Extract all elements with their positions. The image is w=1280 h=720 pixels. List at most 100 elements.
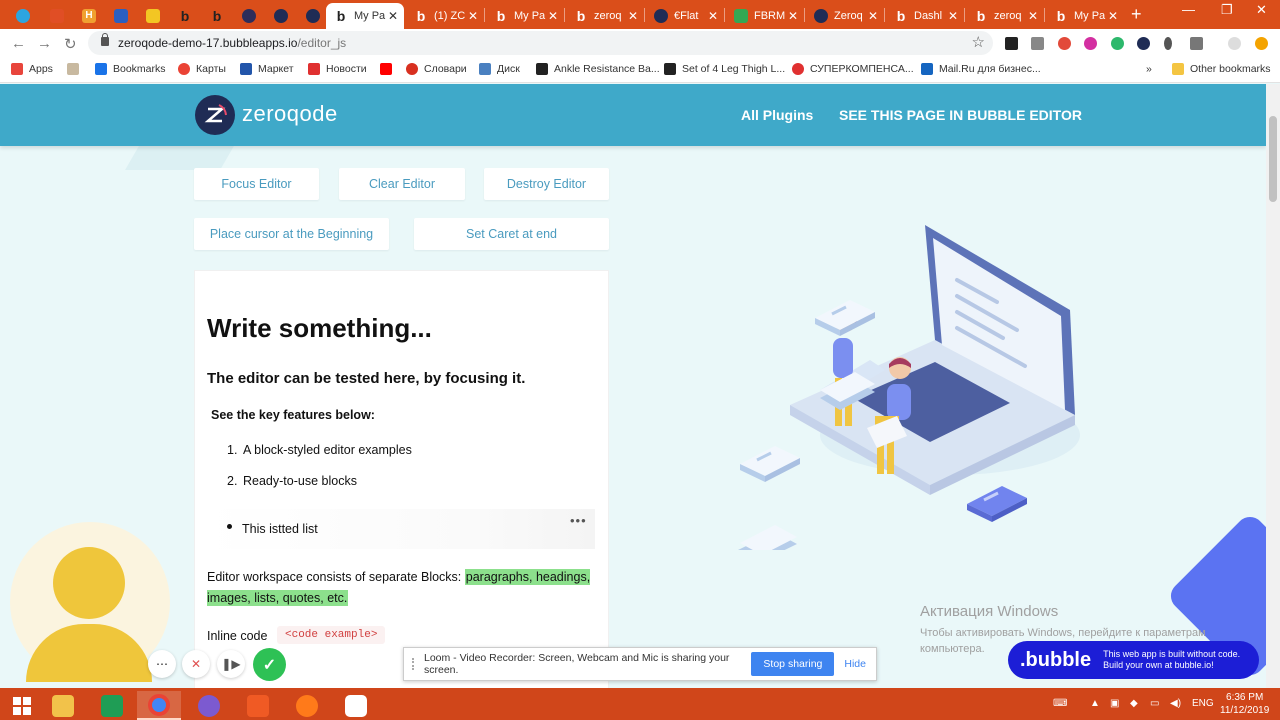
tab-dashl[interactable]: b Dashl ✕ <box>886 3 964 29</box>
nav-bubble-editor[interactable]: SEE THIS PAGE IN BUBBLE EDITOR <box>839 107 1082 123</box>
nav-all-plugins[interactable]: All Plugins <box>741 107 813 123</box>
bookmarks-overflow[interactable]: » <box>1146 63 1152 75</box>
volume-icon[interactable]: ◀) <box>1170 698 1181 709</box>
extension-icon[interactable] <box>1058 37 1071 50</box>
close-icon[interactable]: ✕ <box>1028 9 1038 23</box>
bookmark-mailru[interactable]: Mail.Ru для бизнес... <box>921 63 1041 75</box>
spreadsheet-app-icon[interactable] <box>90 691 134 720</box>
extension-icon[interactable] <box>1084 37 1097 50</box>
block-settings-icon[interactable]: ••• <box>570 513 587 528</box>
tab-my-page-3[interactable]: b My Pa ✕ <box>1046 3 1124 29</box>
bookmark-ankle[interactable]: Ankle Resistance Ba... <box>536 63 660 75</box>
cancel-recording-icon[interactable]: ✕ <box>182 650 210 678</box>
tab-book[interactable] <box>106 3 138 29</box>
scrollbar-thumb[interactable] <box>1269 116 1277 202</box>
address-bar[interactable]: zeroqode-demo-17.bubbleapps.io/editor_js… <box>88 31 993 55</box>
brave-taskbar-icon[interactable] <box>236 691 280 720</box>
close-icon[interactable]: ✕ <box>708 9 718 23</box>
tab-hexagon[interactable] <box>234 3 266 29</box>
editor-paragraph[interactable]: Editor workspace consists of separate Bl… <box>207 567 597 609</box>
hide-button[interactable]: Hide <box>844 658 866 670</box>
bookmark-dictionary[interactable]: Словари <box>406 63 467 75</box>
tab-zeroq-3[interactable]: b zeroq ✕ <box>966 3 1044 29</box>
new-tab-button[interactable]: + <box>1131 4 1142 25</box>
editor-heading-2[interactable]: The editor can be tested here, by focusi… <box>207 370 525 387</box>
network-icon[interactable]: ▣ <box>1110 698 1119 709</box>
extension-icon[interactable] <box>1111 37 1124 50</box>
bookmark-thigh[interactable]: Set of 4 Leg Thigh L... <box>664 63 785 75</box>
bookmark-star-icon[interactable]: ☆ <box>972 33 985 51</box>
profile-avatar[interactable] <box>1228 37 1241 50</box>
display-icon[interactable]: ▭ <box>1150 698 1159 709</box>
place-cursor-button[interactable]: Place cursor at the Beginning <box>194 218 389 250</box>
tab-asterisk[interactable] <box>42 3 74 29</box>
more-options-icon[interactable]: ⋯ <box>148 650 176 678</box>
keyboard-icon[interactable]: ⌨ <box>1053 698 1067 709</box>
close-icon[interactable]: ✕ <box>548 9 558 23</box>
inline-code-label[interactable]: Inline code <box>207 629 267 643</box>
viber-taskbar-icon[interactable] <box>187 691 231 720</box>
minimize-icon[interactable]: — <box>1182 2 1195 17</box>
tab-zeroq-2[interactable]: Zeroq ✕ <box>806 3 884 29</box>
extension-icon[interactable] <box>1137 37 1150 50</box>
logo-text[interactable]: zeroqode <box>242 101 338 127</box>
close-icon[interactable]: ✕ <box>388 9 398 23</box>
language-indicator[interactable]: ENG <box>1192 698 1214 709</box>
pause-icon[interactable]: ❚▶ <box>217 650 245 678</box>
set-caret-button[interactable]: Set Caret at end <box>414 218 609 250</box>
forward-arrow-icon[interactable]: → <box>37 35 52 52</box>
drag-handle-icon[interactable] <box>412 658 416 670</box>
stop-sharing-button[interactable]: Stop sharing <box>751 652 835 676</box>
bubble-badge[interactable]: .bubble This web app is built without co… <box>1008 641 1259 679</box>
close-icon[interactable]: ✕ <box>1108 9 1118 23</box>
bookmark-youtube[interactable] <box>380 63 398 75</box>
tab-zeroq-1[interactable]: b zeroq ✕ <box>566 3 644 29</box>
tab-bubble-1[interactable]: b <box>170 3 202 29</box>
tab-flag[interactable] <box>138 3 170 29</box>
extension-icon[interactable] <box>1005 37 1018 50</box>
tray-arrow-icon[interactable]: ▲ <box>1090 698 1100 709</box>
slack-taskbar-icon[interactable] <box>334 691 378 720</box>
bookmark-other[interactable]: Other bookmarks <box>1172 63 1271 75</box>
update-icon[interactable] <box>1255 37 1268 50</box>
bookmark-supercomp[interactable]: СУПЕРКОМПЕНСА... <box>792 63 914 75</box>
bookmark-market[interactable]: Маркет <box>240 63 294 75</box>
file-explorer-icon[interactable] <box>41 691 85 720</box>
editor-area[interactable]: Write something... The editor can be tes… <box>194 270 609 688</box>
close-icon[interactable]: ✕ <box>468 9 478 23</box>
start-button[interactable] <box>0 691 44 720</box>
tab-bubble-2[interactable]: b <box>202 3 234 29</box>
zeroqode-logo-icon[interactable] <box>195 95 235 135</box>
bookmark-image[interactable] <box>67 63 85 75</box>
close-icon[interactable]: ✕ <box>948 9 958 23</box>
editor-heading-1[interactable]: Write something... <box>207 313 432 344</box>
reload-icon[interactable]: ↻ <box>64 35 77 53</box>
extension-icon[interactable] <box>1190 37 1203 50</box>
close-icon[interactable]: ✕ <box>788 9 798 23</box>
list-item[interactable]: 2. Ready-to-use blocks <box>227 474 357 488</box>
tab-fbrm[interactable]: FBRM ✕ <box>726 3 804 29</box>
chrome-taskbar-icon[interactable] <box>137 691 181 720</box>
tab-flat[interactable]: €Flat ✕ <box>646 3 724 29</box>
focus-editor-button[interactable]: Focus Editor <box>194 168 319 200</box>
url-text[interactable]: zeroqode-demo-17.bubbleapps.io/editor_js <box>118 36 346 50</box>
editor-heading-3[interactable]: See the key features below: <box>211 408 375 422</box>
close-icon[interactable]: ✕ <box>868 9 878 23</box>
maximize-icon[interactable]: ❐ <box>1221 2 1233 18</box>
tab-h[interactable]: H <box>74 3 106 29</box>
bookmark-maps[interactable]: Карты <box>178 63 226 75</box>
page-scrollbar[interactable] <box>1266 84 1280 688</box>
destroy-editor-button[interactable]: Destroy Editor <box>484 168 609 200</box>
close-window-icon[interactable]: ✕ <box>1256 2 1267 18</box>
tab-telegram[interactable] <box>8 3 40 29</box>
list-item[interactable]: 1. A block-styled editor examples <box>227 443 412 457</box>
firefox-taskbar-icon[interactable] <box>285 691 329 720</box>
finish-recording-icon[interactable]: ✓ <box>253 648 286 681</box>
bookmark-news[interactable]: Новости <box>308 63 367 75</box>
dropbox-icon[interactable]: ◆ <box>1130 698 1138 709</box>
pin-icon[interactable] <box>1164 37 1172 50</box>
bookmark-bookmarks[interactable]: Bookmarks <box>95 63 166 75</box>
back-arrow-icon[interactable]: ← <box>11 35 26 52</box>
bullet-list-item[interactable]: This istted list <box>242 522 318 536</box>
bookmark-apps[interactable]: Apps <box>11 63 53 75</box>
